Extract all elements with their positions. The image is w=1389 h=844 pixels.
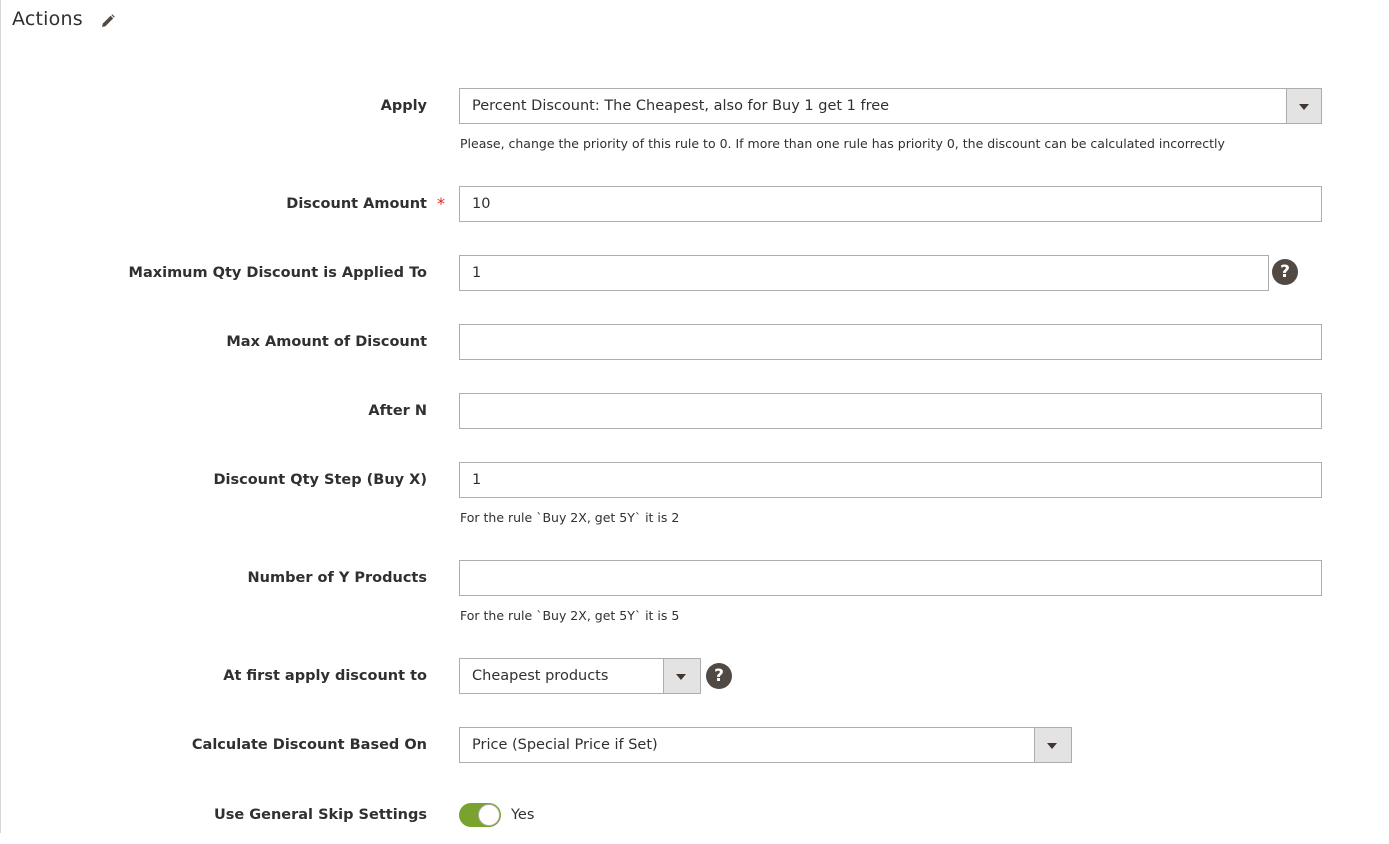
qty-step-note: For the rule `Buy 2X, get 5Y` it is 2 <box>460 510 680 525</box>
calc-based-selected-value: Price (Special Price if Set) <box>472 737 658 753</box>
toggle-knob <box>478 804 500 826</box>
apply-note: Please, change the priority of this rule… <box>460 136 1225 151</box>
discount-amount-label: Discount Amount <box>286 196 427 212</box>
pencil-icon[interactable] <box>100 13 116 29</box>
skip-settings-toggle[interactable] <box>459 803 501 827</box>
help-icon[interactable]: ? <box>706 663 732 689</box>
discount-amount-input[interactable]: 10 <box>459 186 1322 222</box>
skip-settings-label: Use General Skip Settings <box>213 807 427 823</box>
required-asterisk: * <box>437 194 445 213</box>
skip-settings-value: Yes <box>511 807 535 823</box>
max-amount-input[interactable] <box>459 324 1322 360</box>
max-qty-label: Maximum Qty Discount is Applied To <box>128 265 427 281</box>
apply-selected-value: Percent Discount: The Cheapest, also for… <box>472 98 890 114</box>
section-title: Actions <box>12 8 83 30</box>
apply-label: Apply <box>380 98 427 114</box>
chevron-down-icon <box>1299 104 1309 110</box>
after-n-input[interactable] <box>459 393 1322 429</box>
first-apply-select[interactable]: Cheapest products <box>459 658 701 694</box>
qty-step-label: Discount Qty Step (Buy X) <box>213 472 427 488</box>
after-n-label: After N <box>368 403 427 419</box>
y-products-note: For the rule `Buy 2X, get 5Y` it is 5 <box>460 608 680 623</box>
left-border <box>0 0 1 833</box>
qty-step-input[interactable]: 1 <box>459 462 1322 498</box>
help-icon[interactable]: ? <box>1272 259 1298 285</box>
first-apply-selected-value: Cheapest products <box>472 668 609 684</box>
chevron-down-icon <box>676 674 686 680</box>
apply-dropdown-button[interactable] <box>1286 89 1321 123</box>
apply-select[interactable]: Percent Discount: The Cheapest, also for… <box>459 88 1322 124</box>
first-apply-label: At first apply discount to <box>223 668 427 684</box>
calc-based-select[interactable]: Price (Special Price if Set) <box>459 727 1072 763</box>
page-bottom-area <box>0 833 1389 844</box>
y-products-input[interactable] <box>459 560 1322 596</box>
y-products-label: Number of Y Products <box>247 570 427 586</box>
max-amount-label: Max Amount of Discount <box>226 334 427 350</box>
calc-based-dropdown-button[interactable] <box>1034 728 1071 762</box>
chevron-down-icon <box>1047 743 1057 749</box>
first-apply-dropdown-button[interactable] <box>663 659 700 693</box>
calc-based-label: Calculate Discount Based On <box>191 737 427 753</box>
max-qty-input[interactable]: 1 <box>459 255 1269 291</box>
